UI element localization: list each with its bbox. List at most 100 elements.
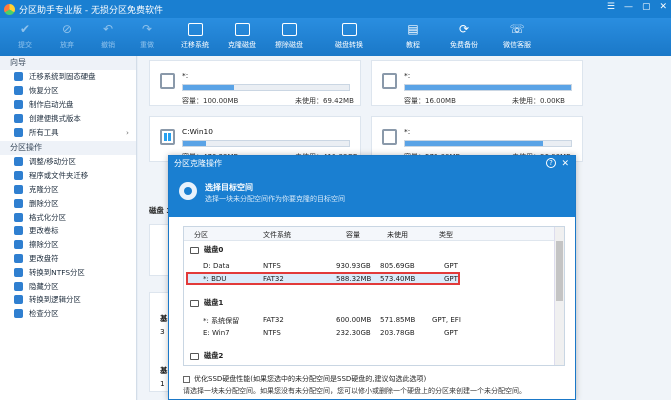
sidebar-item-delete[interactable]: 删除分区 xyxy=(0,196,136,210)
table-scrollbar[interactable] xyxy=(554,227,564,365)
undo-icon: ↶ xyxy=(102,22,114,36)
sidebar-item-wipe[interactable]: 擦除分区 xyxy=(0,238,136,252)
discard-button[interactable]: ⊘ 放弃 xyxy=(52,18,82,56)
sidebar-item-boot-disc[interactable]: 制作启动光盘 xyxy=(0,98,136,112)
ssd-optimize-option[interactable]: 优化SSD硬盘性能(如果您选中的未分配空间是SSD硬盘的,建议勾选此选项) xyxy=(183,374,426,384)
app-logo-icon xyxy=(4,3,15,15)
sidebar-item-label[interactable]: 更改卷标 xyxy=(0,224,136,238)
usage-fill xyxy=(405,141,543,146)
partition-table: 分区 文件系统 容量 未使用 类型 磁盘0 D: Data NTFS 930.9… xyxy=(183,226,565,366)
free-backup-button[interactable]: ⟳ 免费备份 xyxy=(445,18,483,56)
free-text: 未使用：0.00KB xyxy=(512,97,565,105)
disk-convert-button[interactable]: 磁盘转换 xyxy=(330,18,368,56)
partition-label: C:Win10 xyxy=(182,127,213,136)
sidebar-item-all-tools[interactable]: 所有工具 › xyxy=(0,125,136,139)
minimize-icon[interactable]: — xyxy=(624,2,633,12)
scrollbar-thumb[interactable] xyxy=(556,241,563,301)
clone-disk-button[interactable]: 克隆磁盘 xyxy=(223,18,261,56)
clone-icon xyxy=(14,184,23,194)
format-icon xyxy=(14,212,23,222)
sidebar-item-logical[interactable]: 转换到逻辑分区 xyxy=(0,293,136,307)
wechat-service-icon: ☏ xyxy=(509,22,525,36)
logical-icon xyxy=(14,295,23,305)
help-icon[interactable]: ? xyxy=(546,158,556,168)
sidebar-item-ntfs[interactable]: 转换到NTFS分区 xyxy=(0,265,136,279)
sidebar-item-migrate-ssd[interactable]: 迁移系统到固态硬盘 xyxy=(0,70,136,84)
partition-label: *: xyxy=(404,127,411,136)
tutorial-icon: ▤ xyxy=(407,22,419,36)
portable-icon xyxy=(14,113,23,123)
chevron-right-icon: › xyxy=(126,127,129,137)
partition-label: *: xyxy=(404,71,411,80)
submit-button[interactable]: ✔ 提交 xyxy=(10,18,40,56)
col-type: 类型 xyxy=(439,231,453,239)
dialog-title-bar: 分区克隆操作 ? ✕ xyxy=(169,156,575,172)
dialog-heading: 选择目标空间 xyxy=(205,183,253,192)
check-icon xyxy=(14,309,23,319)
partition-assistant-window: 分区助手专业版 - 无损分区免费软件 ☰ — ▢ ✕ ✔ 提交 ⊘ 放弃 ↶ 撤销 ↷… xyxy=(0,0,671,400)
free-text: 未使用：69.42MB xyxy=(295,97,354,105)
capacity-text: 容量：16.00MB xyxy=(404,97,456,105)
redo-button[interactable]: ↷ 重做 xyxy=(132,18,162,56)
wechat-service-button[interactable]: ☏ 微信客服 xyxy=(498,18,536,56)
dialog-subheading: 选择一块未分配空间作为你要克隆的目标空间 xyxy=(205,195,345,203)
boot-disc-icon xyxy=(14,99,23,109)
disk-icon xyxy=(190,299,199,307)
disk-group: 磁盘0 xyxy=(190,245,223,255)
table-row[interactable]: D: Data NTFS 930.93GB 805.69GB GPT xyxy=(184,259,554,272)
sidebar-item-drive-letter[interactable]: 更改盘符 xyxy=(0,252,136,266)
window-title: 分区助手专业版 - 无损分区免费软件 xyxy=(19,5,163,16)
usage-fill xyxy=(183,141,207,146)
clone-partition-dialog: 分区克隆操作 ? ✕ 选择目标空间 选择一块未分配空间作为你要克隆的目标空间 分… xyxy=(168,155,576,400)
partition-card[interactable]: *: 容量：100.00MB 未使用：69.42MB xyxy=(149,60,361,106)
wipe-icon xyxy=(14,240,23,250)
sidebar-item-portable[interactable]: 创建便携式版本 xyxy=(0,111,136,125)
wipe-disk-button[interactable]: 擦除磁盘 xyxy=(270,18,308,56)
undo-button[interactable]: ↶ 撤销 xyxy=(93,18,123,56)
drive-icon xyxy=(160,73,175,89)
sidebar-item-recover-partition[interactable]: 恢复分区 xyxy=(0,84,136,98)
table-row[interactable]: *: 系统保留 FAT32 600.00MB 571.85MB GPT, EFI xyxy=(184,313,554,326)
migrate-system-icon xyxy=(187,23,203,36)
discard-icon: ⊘ xyxy=(61,22,73,36)
disk-convert-icon xyxy=(341,23,357,36)
sidebar: 向导 迁移系统到固态硬盘 恢复分区 制作启动光盘 创建便携式版本 所有工具 › 分… xyxy=(0,56,137,400)
sidebar-item-check[interactable]: 检查分区 xyxy=(0,307,136,321)
title-bar: 分区助手专业版 - 无损分区免费软件 ☰ — ▢ ✕ xyxy=(0,0,671,18)
drive-icon xyxy=(382,129,397,145)
sidebar-item-format[interactable]: 格式化分区 xyxy=(0,210,136,224)
ssd-optimize-checkbox[interactable] xyxy=(183,375,190,383)
table-row[interactable]: E: Win7 NTFS 232.30GB 203.78GB GPT xyxy=(184,326,554,339)
sidebar-item-clone-partition[interactable]: 克隆分区 xyxy=(0,183,136,197)
migrate-system-button[interactable]: 迁移系统 xyxy=(176,18,214,56)
resize-icon xyxy=(14,157,23,167)
close-icon[interactable]: ✕ xyxy=(659,2,667,12)
usage-bar xyxy=(404,140,572,147)
disk-group: 磁盘1 xyxy=(190,298,223,308)
menu-icon[interactable]: ☰ xyxy=(607,2,615,12)
table-header: 分区 文件系统 容量 未使用 类型 xyxy=(184,227,554,241)
drive-icon xyxy=(382,73,397,89)
disk-icon xyxy=(190,352,199,360)
submit-icon: ✔ xyxy=(19,22,31,36)
migrate-icon xyxy=(14,72,23,82)
usage-bar xyxy=(404,84,572,91)
sidebar-item-resize[interactable]: 调整/移动分区 xyxy=(0,155,136,169)
window-controls: ☰ — ▢ ✕ xyxy=(607,2,667,12)
recover-icon xyxy=(14,86,23,96)
app-migrate-icon xyxy=(14,171,23,181)
col-capacity: 容量 xyxy=(346,231,360,239)
partition-card[interactable]: *: 容量：16.00MB 未使用：0.00KB xyxy=(371,60,583,106)
partition-label: *: xyxy=(182,71,189,80)
sidebar-item-app-migrate[interactable]: 程序或文件夹迁移 xyxy=(0,169,136,183)
target-space-icon xyxy=(179,182,197,200)
disk-icon xyxy=(190,246,199,254)
dialog-title: 分区克隆操作 xyxy=(174,159,222,168)
sidebar-item-hide[interactable]: 隐藏分区 xyxy=(0,279,136,293)
hide-icon xyxy=(14,281,23,291)
table-row-selected[interactable]: *: BDU FAT32 588.32MB 573.40MB GPT xyxy=(186,272,460,285)
dialog-close-icon[interactable]: ✕ xyxy=(561,156,569,172)
maximize-icon[interactable]: ▢ xyxy=(642,2,651,12)
ntfs-icon xyxy=(14,267,23,277)
tutorial-button[interactable]: ▤ 教程 xyxy=(398,18,428,56)
